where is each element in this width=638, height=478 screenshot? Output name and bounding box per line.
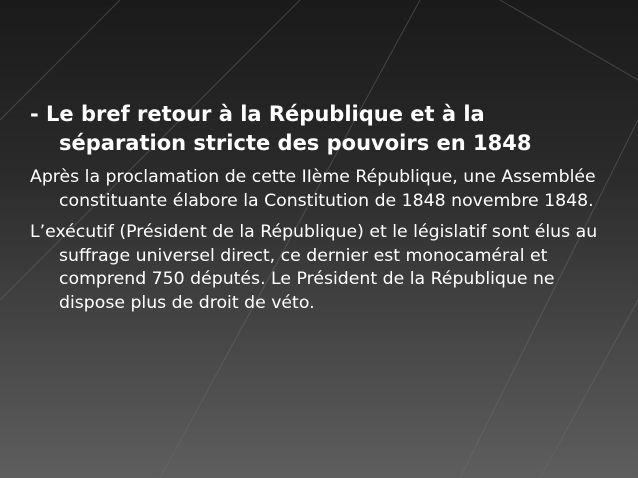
slide-heading: - Le bref retour à la République et à la… (30, 102, 532, 155)
slide-paragraph-2: L’exécutif (Président de la République) … (30, 222, 598, 313)
slide-content: - Le bref retour à la République et à la… (30, 100, 615, 315)
slide-paragraph-1: Après la proclamation de cette IIème Rép… (30, 167, 596, 211)
